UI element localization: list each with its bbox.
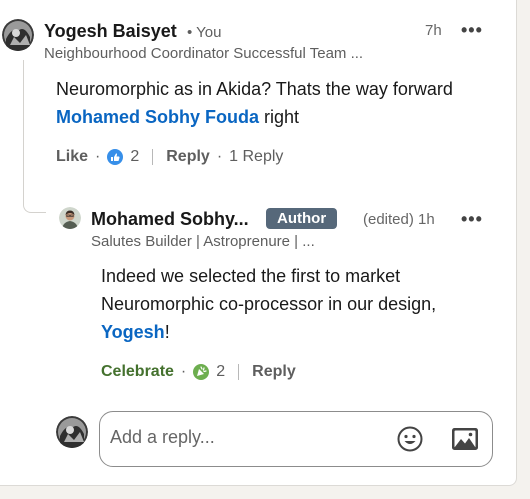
reply-mention[interactable]: Yogesh — [101, 322, 165, 342]
action-divider — [152, 149, 154, 165]
comment-text: Neuromorphic as in Akida? Thats the way … — [56, 75, 456, 131]
thread-line — [23, 60, 46, 213]
comment-time: 7h — [425, 22, 442, 39]
separator-dot-2: · — [216, 148, 223, 165]
reply-reply-button[interactable]: Reply — [252, 363, 296, 381]
author-badge: Author — [266, 208, 338, 229]
reply-author-headline: Salutes Builder | Astroprenure | ... — [91, 233, 315, 250]
reply-author-avatar[interactable] — [59, 207, 81, 229]
comment-text-before: Neuromorphic as in Akida? Thats the way … — [56, 79, 453, 99]
comment-card: Yogesh Baisyet • You 7h ••• Neighbourhoo… — [0, 0, 517, 486]
current-user-avatar — [56, 416, 88, 448]
reply-input-placeholder: Add a reply... — [110, 427, 215, 447]
separator-dot: · — [95, 148, 101, 165]
reply-text: Indeed we selected the first to market N… — [101, 262, 441, 346]
image-icon[interactable] — [451, 427, 479, 451]
celebrate-reaction-count[interactable]: 2 — [216, 363, 225, 381]
comment-text-after: right — [259, 107, 300, 127]
comment-more-button[interactable]: ••• — [461, 20, 483, 41]
commenter-avatar[interactable] — [2, 19, 34, 51]
reply-edited-time: (edited) 1h — [363, 211, 435, 228]
reply-input[interactable]: Add a reply... — [99, 411, 493, 467]
reply-text-before: Indeed we selected the first to market N… — [101, 266, 437, 314]
reply-button[interactable]: Reply — [166, 148, 210, 166]
emoji-icon[interactable] — [397, 426, 423, 452]
reply-author-name[interactable]: Mohamed Sobhy... — [91, 209, 249, 230]
reply-text-after: ! — [164, 322, 170, 342]
commenter-headline: Neighbourhood Coordinator Successful Tea… — [44, 45, 364, 62]
comment-actions: Like · 2 Reply · 1 Reply — [56, 148, 283, 166]
reply-more-button[interactable]: ••• — [461, 209, 483, 230]
you-tag: • You — [187, 24, 222, 41]
commenter-name[interactable]: Yogesh Baisyet — [44, 21, 177, 42]
like-button[interactable]: Like — [56, 148, 88, 166]
comment-mention[interactable]: Mohamed Sobhy Fouda — [56, 107, 259, 127]
reply-actions: Celebrate · 2 Reply — [101, 363, 296, 381]
reply-action-divider — [238, 364, 240, 380]
like-reaction-icon — [107, 149, 124, 165]
separator-dot-3: · — [180, 363, 187, 380]
replies-count-link[interactable]: 1 Reply — [229, 148, 283, 166]
celebrate-button[interactable]: Celebrate — [101, 363, 174, 381]
like-reaction-count[interactable]: 2 — [130, 148, 139, 166]
celebrate-reaction-icon — [193, 364, 210, 380]
